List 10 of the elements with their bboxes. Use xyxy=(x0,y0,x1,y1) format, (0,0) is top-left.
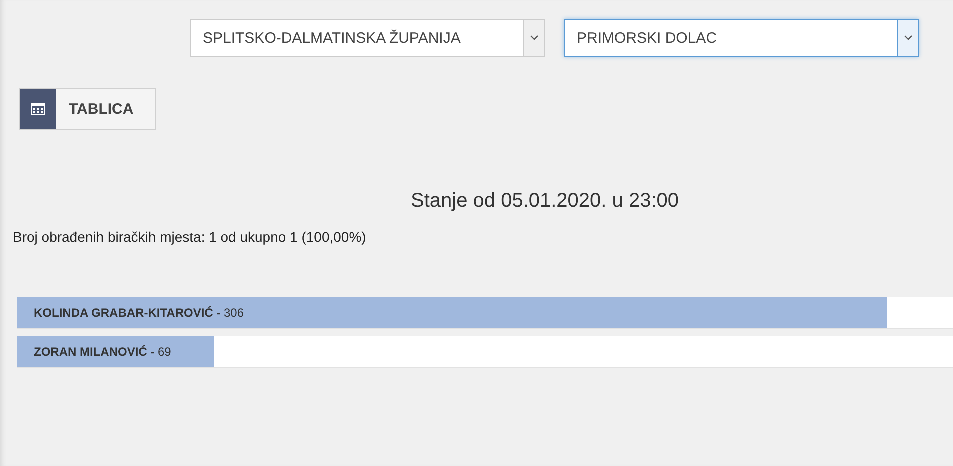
candidate-result: ZORAN MILANOVIĆ - 69 xyxy=(33,344,172,358)
table-view-button[interactable]: TABLICA xyxy=(19,88,156,130)
status-heading: Stanje od 05.01.2020. u 23:00 xyxy=(410,190,680,213)
dropdown[interactable]: PRIMORSKI DOLAC xyxy=(564,19,919,57)
chevron-down-icon xyxy=(530,35,538,41)
polling-stations-summary: Broj obrađenih biračkih mjesta: 1 od ukupno 1 (100,00%) xyxy=(13,229,368,245)
dropdown[interactable]: SPLITSKO-DALMATINSKA ŽUPANIJA xyxy=(190,19,545,57)
candidate-result: KOLINDA GRABAR-KITAROVIĆ - 306 xyxy=(33,306,244,320)
chevron-down-icon xyxy=(904,35,912,41)
calendar-icon xyxy=(31,103,45,115)
